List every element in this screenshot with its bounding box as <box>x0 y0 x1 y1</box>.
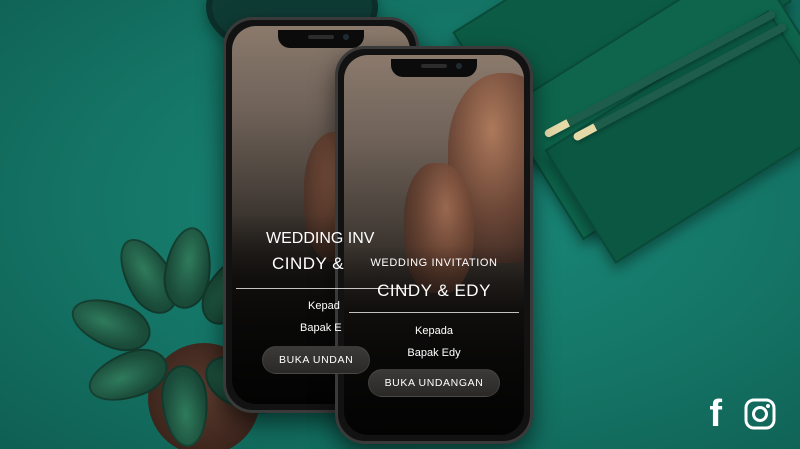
recipient-name: Bapak Edy <box>407 347 461 359</box>
couple-names: CINDY & EDY <box>377 281 491 300</box>
invitation-heading: WEDDING INV <box>266 230 375 247</box>
kepada-label: Kepad <box>308 300 340 312</box>
camera-icon <box>343 34 349 40</box>
facebook-icon[interactable]: f <box>709 395 722 433</box>
speaker <box>421 64 447 68</box>
invitation-heading: WEDDING INVITATION <box>370 257 498 269</box>
camera-icon <box>456 63 462 69</box>
instagram-icon[interactable] <box>744 398 776 430</box>
social-links: f <box>709 395 776 433</box>
kepada-label: Kepada <box>415 325 453 337</box>
open-invitation-button[interactable]: BUKA UNDANGAN <box>367 369 501 397</box>
notch <box>278 30 364 48</box>
divider <box>349 312 519 313</box>
mockup-scene: WEDDING INV CINDY & Kepad Bapak E BUKA U… <box>0 0 800 449</box>
speaker <box>308 35 334 39</box>
notch <box>391 59 477 77</box>
